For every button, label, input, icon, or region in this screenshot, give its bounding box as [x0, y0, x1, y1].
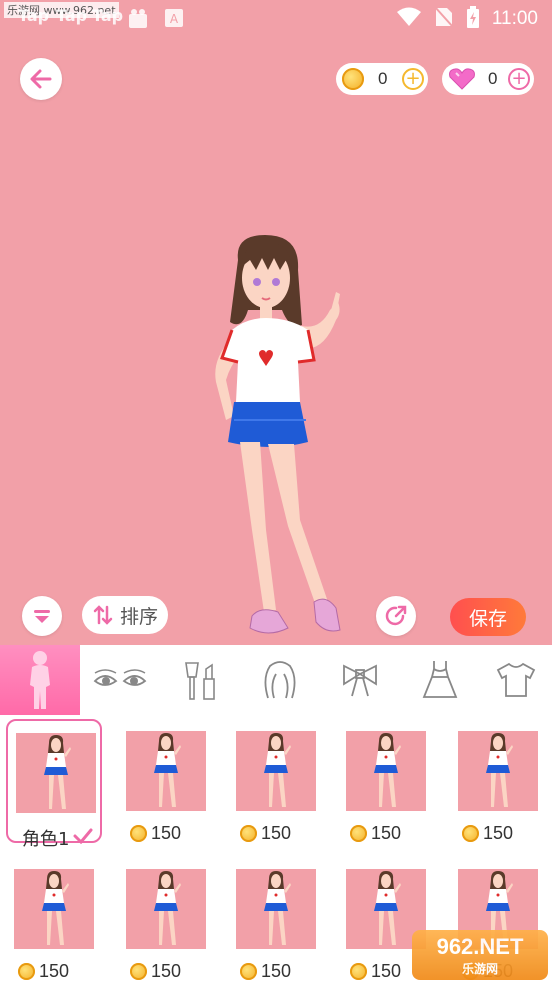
body-icon: [30, 651, 50, 709]
outfit-thumbnail: [14, 869, 94, 949]
outfit-price: 150: [240, 823, 291, 844]
outfit-price: 150: [350, 823, 401, 844]
arrow-left-icon: [30, 69, 52, 89]
bag-icon: [126, 6, 150, 34]
outfit-item[interactable]: 150: [118, 719, 214, 843]
outfit-price: 150: [18, 961, 69, 982]
coin-balance: 0 +: [336, 63, 428, 95]
taptap-icon: Tap: [56, 6, 88, 25]
outfit-thumbnail: [346, 731, 426, 811]
clock: 11:00: [491, 8, 538, 29]
tab-makeup[interactable]: [160, 645, 240, 715]
outfit-thumbnail: [16, 733, 96, 813]
bow-icon: [343, 664, 377, 697]
eyes-icon: [93, 669, 147, 686]
category-tabs: [0, 645, 552, 716]
share-icon: [385, 605, 407, 626]
heart-gem-icon: [449, 68, 475, 90]
coin-icon: [342, 68, 364, 90]
no-sim-icon: [434, 6, 454, 32]
wifi-icon: [396, 7, 422, 31]
tab-tops[interactable]: [480, 645, 552, 715]
sort-icon: [93, 605, 113, 625]
sort-label: 排序: [119, 605, 158, 628]
coin-icon: [240, 963, 257, 980]
outfit-price-value: 150: [483, 823, 514, 843]
outfit-item[interactable]: 150: [338, 719, 434, 843]
tab-dresses[interactable]: [400, 645, 480, 715]
outfit-price: 150: [130, 823, 181, 844]
tab-hair[interactable]: [240, 645, 320, 715]
outfit-thumbnail: [126, 731, 206, 811]
add-gems-button[interactable]: +: [508, 68, 530, 90]
watermark-962: 962.NET 乐游网: [412, 930, 548, 980]
coin-icon: [350, 963, 367, 980]
outfit-item[interactable]: 角色1: [6, 719, 102, 850]
outfit-name: 角色1: [22, 825, 93, 851]
save-button[interactable]: 保存: [450, 598, 526, 636]
collapse-button[interactable]: [22, 596, 62, 636]
taptap-icon: Tap: [92, 6, 124, 25]
add-coins-button[interactable]: +: [402, 68, 424, 90]
character-figure: [215, 235, 341, 634]
outfit-item[interactable]: 150: [228, 719, 324, 843]
outfit-thumbnail: [126, 869, 206, 949]
outfit-name-label: 角色1: [22, 829, 70, 850]
outfit-thumbnail: [458, 731, 538, 811]
outfit-thumbnail: [236, 869, 316, 949]
outfit-price-value: 150: [261, 961, 292, 981]
tab-accessories[interactable]: [320, 645, 400, 715]
battery-icon: [466, 6, 480, 32]
character-stage: 乐游网 www.962.net Tap Tap Tap A 11:00 0 + …: [0, 0, 552, 645]
gem-balance: 0 +: [442, 63, 534, 95]
coin-icon: [130, 963, 147, 980]
outfit-price-value: 150: [371, 961, 402, 981]
makeup-icon: [185, 662, 215, 700]
dress-icon: [422, 661, 458, 698]
outfit-item[interactable]: 150: [450, 719, 546, 843]
coin-icon: [350, 825, 367, 842]
outfit-item[interactable]: 150: [118, 857, 214, 981]
coin-icon: [18, 963, 35, 980]
hair-icon: [264, 661, 296, 699]
check-icon: [73, 828, 93, 849]
watermark-brand: 962.NET: [436, 933, 524, 959]
coin-icon: [130, 825, 147, 842]
watermark-sub: 乐游网: [461, 961, 498, 976]
tshirt-icon: [496, 662, 536, 697]
tab-body[interactable]: [0, 645, 80, 715]
back-button[interactable]: [20, 58, 62, 100]
outfit-price-value: 150: [371, 823, 402, 843]
outfit-price-value: 150: [39, 961, 70, 981]
sort-button[interactable]: 排序: [82, 596, 168, 634]
svg-text:A: A: [170, 12, 179, 26]
outfit-item[interactable]: 150: [6, 857, 102, 981]
coin-icon: [240, 825, 257, 842]
outfit-price-value: 150: [261, 823, 292, 843]
outfit-item[interactable]: 150: [228, 857, 324, 981]
outfit-price: 150: [462, 823, 513, 844]
a-icon: A: [164, 8, 184, 32]
gem-count: 0: [488, 69, 498, 88]
chevron-down-icon: [34, 610, 50, 623]
coin-icon: [462, 825, 479, 842]
coin-count: 0: [378, 69, 388, 88]
share-button[interactable]: [376, 596, 416, 636]
outfit-price-value: 150: [151, 961, 182, 981]
outfit-price: 150: [130, 961, 181, 982]
tab-eyes[interactable]: [80, 645, 160, 715]
outfit-price: 150: [350, 961, 401, 982]
taptap-icon: Tap: [18, 6, 50, 25]
status-bar: 乐游网 www.962.net Tap Tap Tap A 11:00: [0, 0, 552, 36]
outfit-thumbnail: [236, 731, 316, 811]
outfit-price: 150: [240, 961, 291, 982]
outfit-price-value: 150: [151, 823, 182, 843]
